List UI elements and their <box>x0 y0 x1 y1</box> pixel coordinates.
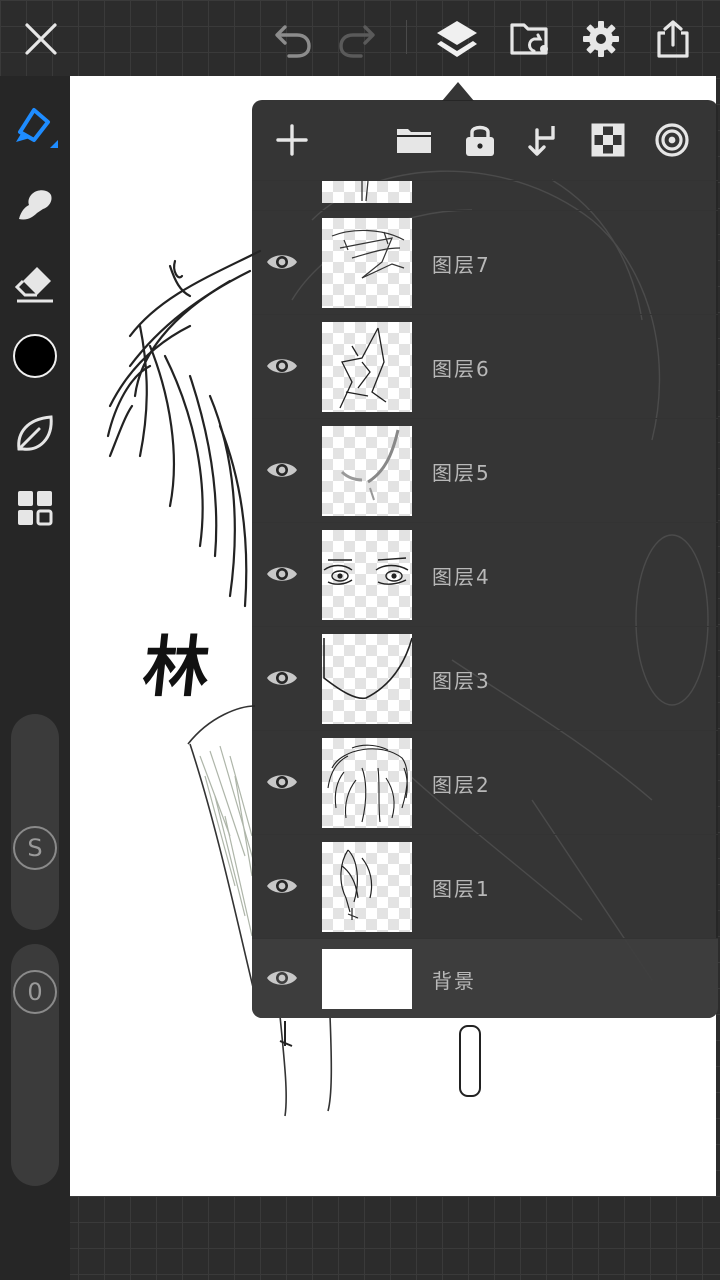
grid-tool-button[interactable] <box>8 481 62 535</box>
layer-row[interactable]: 图层7 <box>252 210 718 314</box>
undo-icon <box>275 25 311 58</box>
undo-button[interactable] <box>268 14 318 64</box>
leaf-icon <box>17 415 53 451</box>
layers-panel: 图层7 图层6 图层5 图层4 图层3 图层2 图层1 背景 <box>252 100 718 1018</box>
eraser-icon <box>14 267 53 303</box>
layer-row[interactable]: 图层1 <box>252 834 718 938</box>
layer-thumbnail <box>322 426 412 516</box>
visibility-toggle[interactable] <box>264 351 300 381</box>
active-color-circle <box>13 334 57 378</box>
eye-icon <box>267 359 297 373</box>
layers-button[interactable] <box>432 14 482 64</box>
add-icon <box>276 124 308 156</box>
layer-name: 图层3 <box>432 669 491 693</box>
visibility-toggle[interactable] <box>264 247 300 277</box>
smudge-tool-button[interactable] <box>8 178 62 232</box>
layer-thumbnail <box>322 218 412 308</box>
share-button[interactable] <box>648 14 698 64</box>
eye-icon <box>267 567 297 581</box>
opacity-slider[interactable]: 0 <box>11 944 59 1186</box>
layer-row[interactable]: 图层3 <box>252 626 718 730</box>
layer-name: 图层4 <box>432 565 491 589</box>
settings-button[interactable] <box>576 14 626 64</box>
lock-layer-button[interactable] <box>458 118 502 162</box>
share-icon <box>657 20 689 58</box>
layer-name: 图层1 <box>432 877 491 901</box>
target-icon <box>655 123 689 157</box>
layer-thumbnail <box>322 842 412 932</box>
pen-tool-button[interactable] <box>8 98 62 152</box>
layer-thumbnail <box>322 322 412 412</box>
eye-icon <box>267 671 297 685</box>
close-button[interactable] <box>16 14 66 64</box>
transparency-lock-button[interactable] <box>586 118 630 162</box>
layer-thumbnail <box>322 530 412 620</box>
merge-down-icon <box>528 126 555 156</box>
eraser-tool-button[interactable] <box>8 256 62 310</box>
layers-panel-pointer <box>442 82 474 101</box>
eye-icon <box>267 879 297 893</box>
grid-icon <box>18 491 53 526</box>
layer-row[interactable]: 图层2 <box>252 730 718 834</box>
brush-size-slider[interactable]: S <box>11 714 59 930</box>
new-group-button[interactable] <box>392 118 436 162</box>
signature-text: 林 <box>139 628 214 706</box>
top-toolbar <box>0 0 720 76</box>
pen-icon <box>16 108 58 148</box>
layer-name: 图层2 <box>432 773 491 797</box>
close-icon <box>25 23 57 55</box>
gallery-icon <box>510 23 548 55</box>
layer-row[interactable]: 图层4 <box>252 522 718 626</box>
layer-row-partial[interactable] <box>252 180 718 210</box>
layer-thumbnail <box>322 949 412 1009</box>
toolbar-divider <box>406 20 407 54</box>
smudge-icon <box>19 190 52 220</box>
left-toolbar: S 0 <box>0 76 70 1280</box>
layer-thumbnail <box>322 181 412 203</box>
add-layer-button[interactable] <box>270 118 314 162</box>
layers-icon <box>437 21 477 57</box>
redo-icon <box>339 25 375 58</box>
gallery-button[interactable] <box>505 14 555 64</box>
color-swatch[interactable] <box>8 329 62 383</box>
reference-layer-button[interactable] <box>650 118 694 162</box>
eye-icon <box>267 775 297 789</box>
layer-name: 图层7 <box>432 253 491 277</box>
opacity-slider-label: 0 <box>27 978 43 1006</box>
visibility-toggle[interactable] <box>264 871 300 901</box>
visibility-toggle[interactable] <box>264 963 300 993</box>
opacity-slider-knob[interactable]: 0 <box>13 970 57 1014</box>
checker-icon <box>591 123 625 157</box>
visibility-toggle[interactable] <box>264 767 300 797</box>
leaf-tool-button[interactable] <box>8 406 62 460</box>
size-slider-knob[interactable]: S <box>13 826 57 870</box>
visibility-toggle[interactable] <box>264 455 300 485</box>
eye-icon <box>267 971 297 985</box>
folder-icon <box>397 129 431 153</box>
layer-row-selected[interactable]: 背景 <box>252 938 718 1018</box>
settings-icon <box>583 21 619 57</box>
visibility-toggle[interactable] <box>264 559 300 589</box>
layers-panel-toolbar <box>252 100 718 180</box>
redo-button[interactable] <box>332 14 382 64</box>
merge-down-button[interactable] <box>522 118 566 162</box>
lock-icon <box>466 125 494 156</box>
eye-icon <box>267 463 297 477</box>
layer-name: 图层6 <box>432 357 491 381</box>
layer-thumbnail <box>322 738 412 828</box>
layer-thumbnail <box>322 634 412 724</box>
size-slider-label: S <box>27 834 43 862</box>
layer-name: 图层5 <box>432 461 491 485</box>
layer-row[interactable]: 图层5 <box>252 418 718 522</box>
visibility-toggle[interactable] <box>264 663 300 693</box>
layer-row[interactable]: 图层6 <box>252 314 718 418</box>
layer-name: 背景 <box>432 969 476 993</box>
eye-icon <box>267 255 297 269</box>
